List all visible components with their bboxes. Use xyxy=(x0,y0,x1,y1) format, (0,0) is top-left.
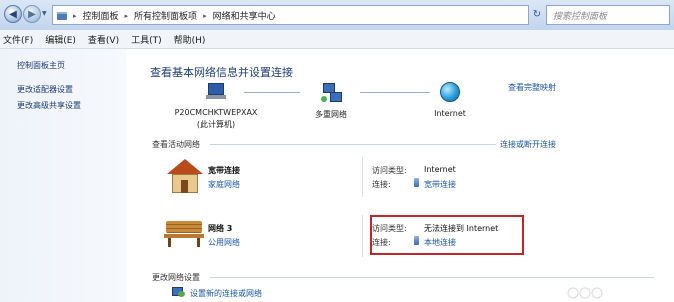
local-connection-icon xyxy=(414,236,419,245)
connections-key: 连接: xyxy=(372,180,391,189)
control-panel-icon xyxy=(57,11,67,20)
computer-subtitle: (此计算机) xyxy=(196,120,236,129)
change-settings-heading: 更改网络设置 xyxy=(152,273,200,282)
network-name: 宽带连接 xyxy=(208,166,240,175)
broadband-connection-icon xyxy=(414,178,419,187)
search-placeholder: 搜索控制面板 xyxy=(553,12,608,22)
view-full-map-link[interactable]: 查看完整映射 xyxy=(508,82,556,93)
map-node-internet[interactable]: Internet xyxy=(420,82,480,118)
address-field[interactable]: ▸ 控制面板 ▸ 所有控制面板项 ▸ 网络和共享中心 ▼ xyxy=(52,5,567,25)
section-divider xyxy=(210,144,496,145)
map-node-computer[interactable]: P20CMCHKTWEPXAX (此计算机) xyxy=(166,83,266,130)
breadcrumb-control-panel[interactable]: 控制面板 xyxy=(83,9,119,22)
menu-file[interactable]: 文件(F) xyxy=(3,33,33,46)
main-content: 查看基本网络信息并设置连接 查看完整映射 P20CMCHKTWEPXAX (此计… xyxy=(126,49,674,302)
search-input[interactable]: 搜索控制面板 xyxy=(546,5,670,25)
access-type-value: 无法连接到 Internet xyxy=(424,224,499,233)
control-panel-home-link[interactable]: 控制面板主页 xyxy=(17,60,65,71)
connection-link[interactable]: 本地连接 xyxy=(424,237,456,248)
multiple-networks-icon xyxy=(320,82,342,104)
breadcrumb-network-center[interactable]: 网络和共享中心 xyxy=(213,9,276,22)
watermark-icon xyxy=(567,287,603,299)
column-divider xyxy=(362,157,363,197)
access-type-key: 访问类型: xyxy=(372,166,407,175)
breadcrumb-separator-icon[interactable]: ▸ xyxy=(203,12,207,20)
network-type-link[interactable]: 公用网络 xyxy=(208,237,240,248)
access-type-value: Internet xyxy=(424,165,456,174)
multiple-networks-label: 多重网络 xyxy=(315,110,347,119)
highlight-box xyxy=(370,215,524,255)
public-network-icon[interactable] xyxy=(164,218,204,248)
menu-bar: 文件(F) 编辑(E) 查看(V) 工具(T) 帮助(H) xyxy=(0,30,674,49)
active-networks-heading: 查看活动网络 xyxy=(152,140,200,149)
map-connector-line xyxy=(244,92,300,93)
column-divider xyxy=(362,215,363,257)
computer-icon xyxy=(206,83,226,100)
address-bar: ◀ ▶ ▼ ▸ 控制面板 ▸ 所有控制面板项 ▸ 网络和共享中心 ▼ ↻ 搜索控… xyxy=(0,0,674,31)
menu-help[interactable]: 帮助(H) xyxy=(174,33,206,46)
forward-button[interactable]: ▶ xyxy=(23,5,41,23)
breadcrumb-separator-icon[interactable]: ▸ xyxy=(125,12,129,20)
network-type-link[interactable]: 家庭网络 xyxy=(208,179,240,190)
change-adapter-settings-link[interactable]: 更改适配器设置 xyxy=(17,84,73,95)
section-divider xyxy=(210,277,654,278)
back-button[interactable]: ◀ xyxy=(4,5,22,23)
page-title: 查看基本网络信息并设置连接 xyxy=(150,66,293,79)
connections-key: 连接: xyxy=(372,238,391,247)
change-sharing-settings-link[interactable]: 更改高级共享设置 xyxy=(17,100,81,111)
home-network-icon[interactable] xyxy=(166,159,204,195)
access-type-key: 访问类型: xyxy=(372,224,407,233)
recent-pages-dropdown-icon[interactable]: ▼ xyxy=(42,10,47,17)
computer-name: P20CMCHKTWEPXAX xyxy=(174,108,258,117)
internet-label: Internet xyxy=(434,109,466,118)
menu-tools[interactable]: 工具(T) xyxy=(131,33,162,46)
connection-link[interactable]: 宽带连接 xyxy=(424,179,456,190)
breadcrumb-separator-icon[interactable]: ▸ xyxy=(73,12,77,20)
menu-view[interactable]: 查看(V) xyxy=(88,33,119,46)
left-pane: 控制面板主页 更改适配器设置 更改高级共享设置 xyxy=(0,49,126,302)
setup-connection-link[interactable]: 设置新的连接或网络 xyxy=(190,288,262,299)
breadcrumb-all-items[interactable]: 所有控制面板项 xyxy=(134,9,197,22)
setup-connection-icon xyxy=(172,286,186,298)
menu-edit[interactable]: 编辑(E) xyxy=(45,33,76,46)
map-node-multiple-networks[interactable]: 多重网络 xyxy=(296,82,366,120)
refresh-icon[interactable]: ↻ xyxy=(530,5,544,25)
connect-disconnect-link[interactable]: 连接或断开连接 xyxy=(500,139,556,150)
globe-icon xyxy=(440,82,460,102)
breadcrumb: ▸ 控制面板 ▸ 所有控制面板项 ▸ 网络和共享中心 xyxy=(57,9,276,22)
network-name: 网络 3 xyxy=(208,224,233,233)
